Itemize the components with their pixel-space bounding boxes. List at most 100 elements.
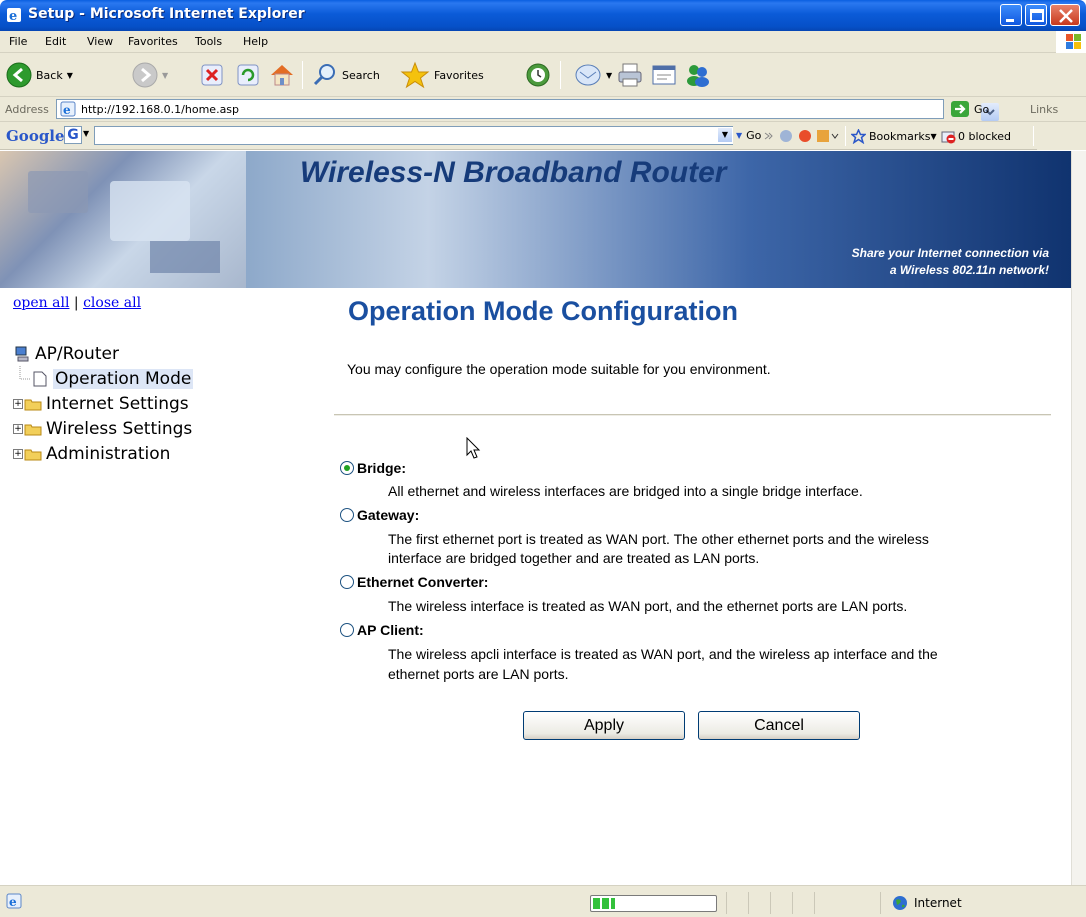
search-icon bbox=[313, 64, 335, 86]
option-bridge[interactable]: Bridge: bbox=[340, 460, 406, 476]
stop-icon bbox=[201, 64, 223, 86]
apply-button[interactable]: Apply bbox=[523, 711, 685, 740]
refresh-button[interactable] bbox=[236, 59, 260, 91]
svg-text:e: e bbox=[9, 895, 17, 909]
open-all-link[interactable]: open all bbox=[13, 295, 69, 311]
address-bar: Address e http://192.168.0.1/home.asp Go… bbox=[0, 97, 1086, 122]
gbar-separator-3 bbox=[845, 126, 846, 146]
maximize-button[interactable] bbox=[1025, 4, 1047, 26]
status-cell bbox=[726, 892, 746, 914]
minimize-button[interactable] bbox=[1000, 4, 1022, 26]
title-bar: e Setup - Microsoft Internet Explorer bbox=[0, 0, 1086, 31]
folder-icon bbox=[24, 424, 42, 435]
edit-icon bbox=[652, 65, 676, 85]
tree-root[interactable]: AP/Router bbox=[13, 341, 193, 366]
radio-ap-client[interactable] bbox=[340, 623, 354, 637]
page-icon bbox=[33, 371, 47, 386]
window-title: Setup - Microsoft Internet Explorer bbox=[28, 6, 305, 22]
mouse-cursor-icon bbox=[466, 437, 481, 459]
stop-button[interactable] bbox=[200, 59, 224, 91]
svg-text:e: e bbox=[9, 9, 17, 23]
google-go-button-3[interactable]: ▼ Go bbox=[736, 129, 774, 142]
folder-icon bbox=[24, 449, 42, 460]
status-cell bbox=[814, 892, 834, 914]
maximize-icon bbox=[1030, 9, 1044, 22]
forward-dropdown-icon[interactable]: ▼ bbox=[162, 71, 168, 80]
status-bar: e Internet bbox=[0, 885, 1086, 917]
favorites-star-icon bbox=[400, 61, 430, 89]
address-url: http://192.168.0.1/home.asp bbox=[81, 103, 240, 116]
expand-plus-icon[interactable]: + bbox=[13, 448, 23, 459]
menu-bar: File Edit View Favorites Tools Help bbox=[0, 31, 1086, 53]
radio-bridge[interactable] bbox=[340, 461, 354, 475]
links-button[interactable]: Links bbox=[1030, 103, 1058, 116]
menu-edit[interactable]: Edit bbox=[45, 35, 66, 48]
minimize-icon bbox=[1006, 19, 1014, 22]
google-tool-icons bbox=[780, 130, 839, 142]
option-ethernet-converter-desc: The wireless interface is treated as WAN… bbox=[388, 598, 908, 614]
google-menu-dropdown-icon[interactable]: ▼ bbox=[83, 129, 89, 138]
globe-icon bbox=[893, 896, 907, 910]
go-button[interactable]: Go bbox=[950, 100, 989, 118]
bookmark-star-icon bbox=[851, 129, 866, 144]
option-bridge-label: Bridge: bbox=[357, 460, 406, 476]
google-logo-text: Google bbox=[6, 127, 65, 145]
back-button[interactable]: Back ▼ bbox=[6, 59, 73, 91]
google-tools-3[interactable] bbox=[779, 128, 839, 144]
google-toolbar-tail: ▼ Go Bookmarks ▼ 0 blocked bbox=[733, 122, 1086, 150]
forward-button[interactable]: ▼ bbox=[132, 59, 168, 91]
address-input[interactable]: e http://192.168.0.1/home.asp bbox=[56, 99, 999, 121]
search-label: Search bbox=[342, 68, 380, 82]
home-button[interactable] bbox=[268, 59, 296, 91]
back-dropdown-icon[interactable]: ▼ bbox=[67, 71, 73, 80]
address-label: Address bbox=[5, 103, 49, 116]
messenger-button[interactable] bbox=[684, 59, 712, 91]
favorites-button[interactable]: Favorites bbox=[400, 59, 484, 91]
tree-item-administration[interactable]: + Administration bbox=[13, 441, 193, 466]
toolbar-separator bbox=[560, 61, 561, 89]
divider bbox=[334, 414, 1051, 416]
popup-blocker-3[interactable]: 0 blocked bbox=[941, 129, 1011, 144]
history-button[interactable] bbox=[525, 59, 551, 91]
google-search-input[interactable]: ▼ bbox=[94, 126, 736, 145]
computer-icon bbox=[15, 346, 29, 361]
mail-button[interactable]: ▼ bbox=[574, 59, 612, 91]
cancel-button[interactable]: Cancel bbox=[698, 711, 860, 740]
close-all-link[interactable]: close all bbox=[83, 295, 141, 311]
status-cell bbox=[748, 892, 768, 914]
expand-plus-icon[interactable]: + bbox=[13, 423, 23, 434]
tree-item-internet-settings[interactable]: + Internet Settings bbox=[13, 391, 193, 416]
tree-item-wireless-settings[interactable]: + Wireless Settings bbox=[13, 416, 193, 441]
go-arrow-icon bbox=[951, 101, 969, 117]
option-gateway[interactable]: Gateway: bbox=[340, 507, 419, 523]
close-icon bbox=[1059, 9, 1073, 23]
banner-photo bbox=[0, 151, 246, 288]
mail-dropdown-icon[interactable]: ▼ bbox=[606, 71, 612, 80]
google-search-dropdown-icon[interactable]: ▼ bbox=[718, 128, 732, 142]
tree-root-label: AP/Router bbox=[35, 343, 119, 364]
option-ethernet-converter[interactable]: Ethernet Converter: bbox=[340, 574, 488, 590]
menu-help[interactable]: Help bbox=[243, 35, 268, 48]
security-zone: Internet bbox=[892, 895, 962, 911]
bookmarks-button-3[interactable]: Bookmarks ▼ bbox=[851, 129, 937, 144]
tree-separator: | bbox=[73, 295, 79, 311]
google-menu-icon[interactable]: G bbox=[64, 126, 82, 144]
page-title: Operation Mode Configuration bbox=[348, 296, 738, 326]
menu-tools[interactable]: Tools bbox=[195, 35, 222, 48]
menu-view[interactable]: View bbox=[87, 35, 113, 48]
option-ap-client[interactable]: AP Client: bbox=[340, 622, 424, 638]
forward-arrow-icon bbox=[132, 62, 158, 88]
edit-button[interactable] bbox=[650, 59, 678, 91]
search-button[interactable]: Search bbox=[312, 59, 380, 91]
ie-logo-icon: e bbox=[7, 8, 21, 23]
tree-item-operation-mode[interactable]: Operation Mode bbox=[13, 366, 194, 391]
vertical-scrollbar[interactable] bbox=[1071, 151, 1086, 885]
print-button[interactable] bbox=[616, 59, 644, 91]
radio-ethernet-converter[interactable] bbox=[340, 575, 354, 589]
menu-file[interactable]: File bbox=[9, 35, 27, 48]
menu-favorites[interactable]: Favorites bbox=[128, 35, 178, 48]
close-window-button[interactable] bbox=[1050, 4, 1080, 26]
status-cell bbox=[792, 892, 812, 914]
expand-plus-icon[interactable]: + bbox=[13, 398, 23, 409]
radio-gateway[interactable] bbox=[340, 508, 354, 522]
